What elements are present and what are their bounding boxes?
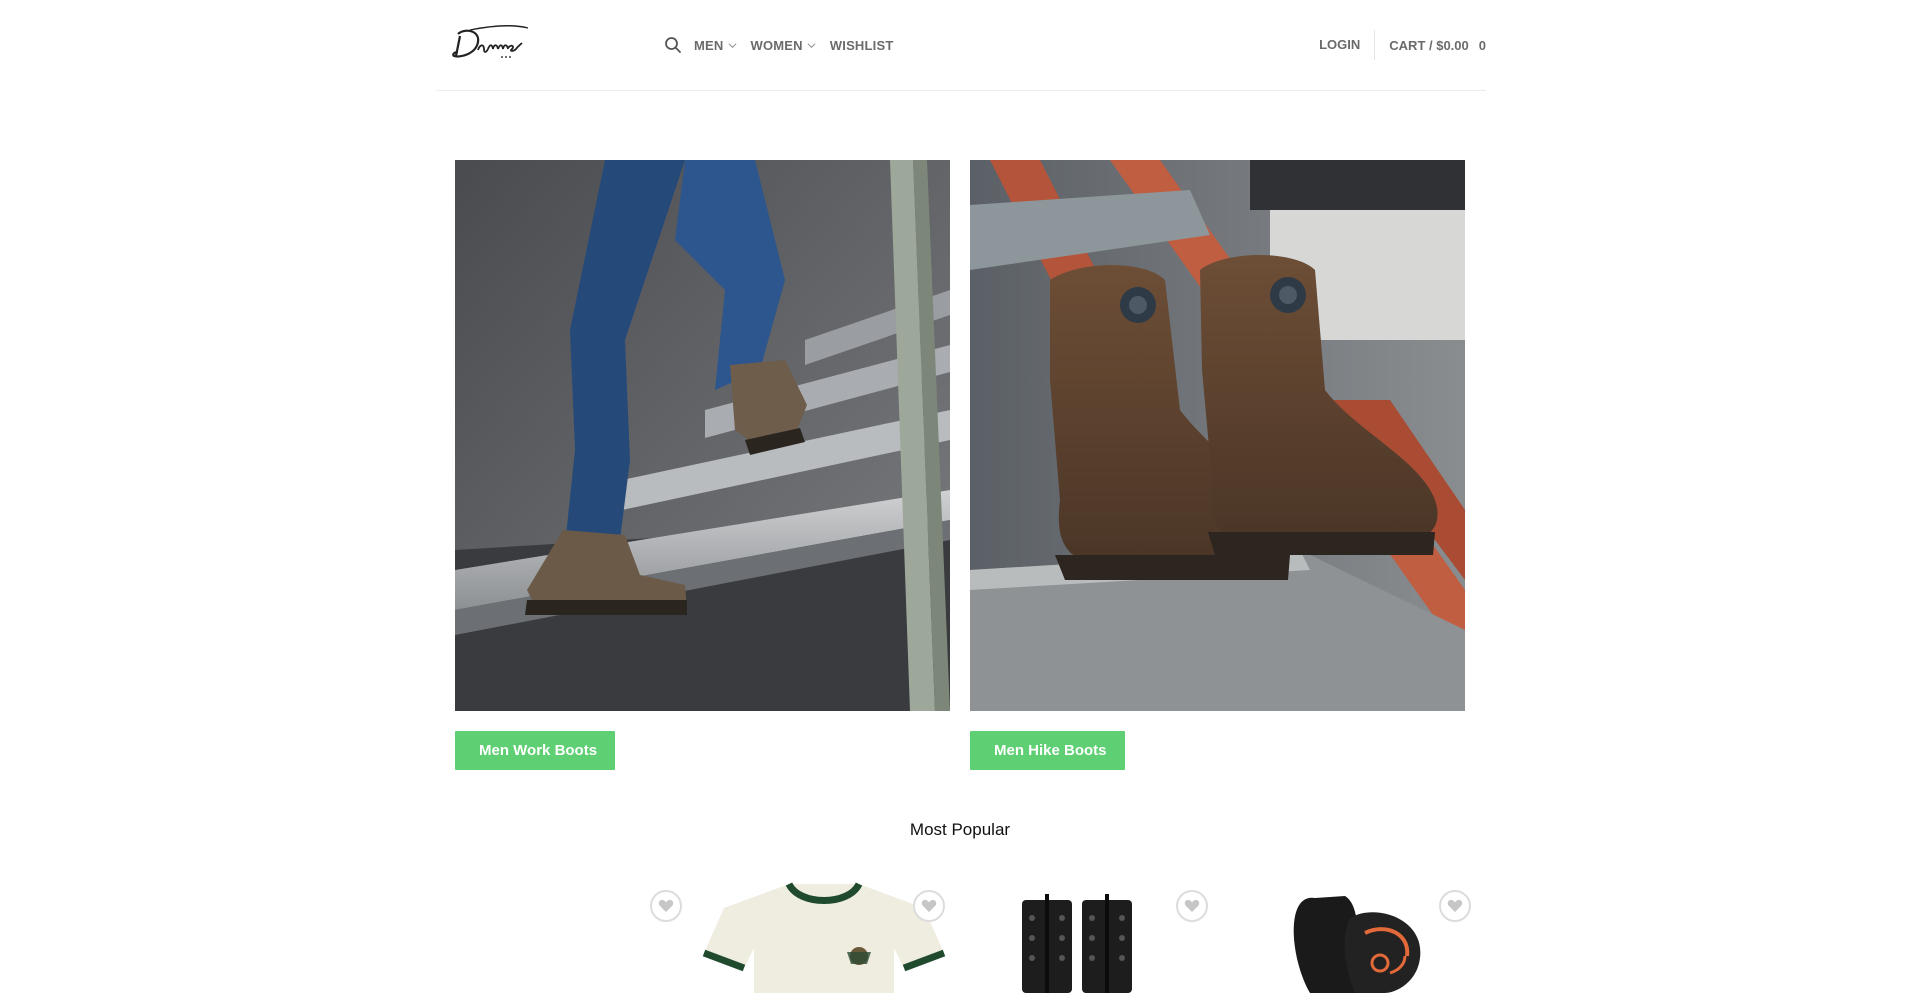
nav-item-label: WISHLIST [829,37,894,53]
chevron-down-icon [807,42,816,48]
heart-icon[interactable] [1176,890,1208,922]
work-boots-banner-image[interactable] [455,160,950,711]
cart-link[interactable]: CART / $0.00 0 [1375,38,1486,53]
product-card[interactable] [436,878,684,993]
site-header: MEN WOMEN WISHLIST LOGIN CART / $0.00 0 [436,0,1486,91]
heart-icon[interactable] [1439,890,1471,922]
account-cart-area: LOGIN CART / $0.00 0 [1319,30,1486,60]
heart-icon[interactable] [650,890,682,922]
search-icon[interactable] [664,36,682,54]
men-work-boots-button[interactable]: Men Work Boots [455,731,615,770]
main-nav: MEN WOMEN WISHLIST [664,33,908,57]
heart-icon[interactable] [913,890,945,922]
product-image[interactable] [962,878,1210,993]
nav-item-men[interactable]: MEN [694,38,737,53]
nav-item-label: WOMEN [750,37,803,53]
nav-item-wishlist[interactable]: WISHLIST [830,38,894,53]
login-link[interactable]: LOGIN [1319,30,1376,60]
cart-count-badge: 0 [1478,37,1486,53]
nav-item-women[interactable]: WOMEN [751,38,816,53]
product-image[interactable] [436,878,684,993]
cart-total: CART / $0.00 [1389,37,1469,53]
product-image[interactable] [699,878,947,993]
product-card[interactable] [962,878,1210,993]
chevron-down-icon [728,42,736,48]
section-title: Most Popular [909,820,1011,839]
hike-boots-banner-image[interactable] [970,160,1465,711]
danner-logo[interactable] [450,24,530,64]
nav-item-label: MEN [694,37,724,53]
product-image[interactable] [1225,878,1473,993]
product-card[interactable] [1225,878,1473,993]
product-card[interactable] [699,878,947,993]
men-hike-boots-button[interactable]: Men Hike Boots [970,731,1125,770]
